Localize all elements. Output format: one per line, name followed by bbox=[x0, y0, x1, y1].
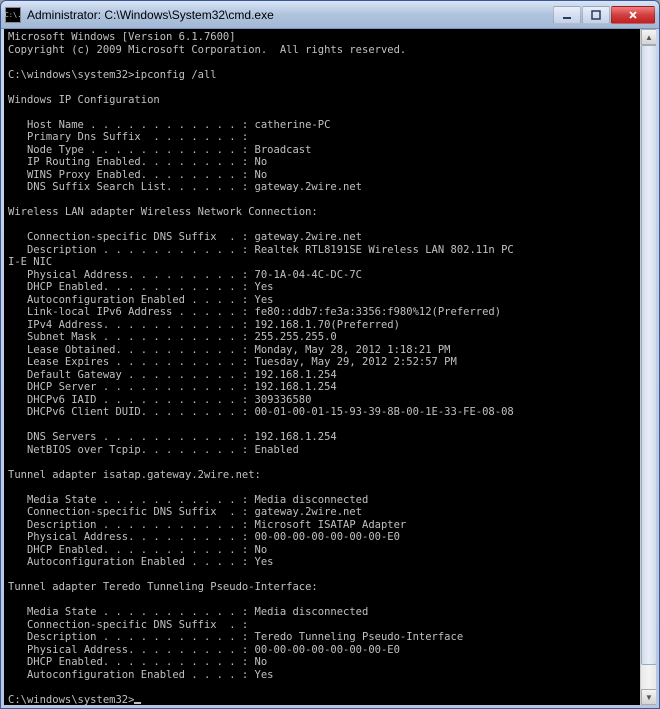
titlebar[interactable]: C:\. Administrator: C:\Windows\System32\… bbox=[1, 1, 659, 29]
terminal-output[interactable]: Microsoft Windows [Version 6.1.7600] Cop… bbox=[4, 29, 640, 705]
cmd-icon: C:\. bbox=[5, 7, 21, 23]
terminal-area: Microsoft Windows [Version 6.1.7600] Cop… bbox=[4, 29, 656, 705]
window-controls bbox=[553, 6, 655, 24]
scroll-up-button[interactable]: ▲ bbox=[641, 29, 656, 45]
scrollbar[interactable]: ▲ ▼ bbox=[640, 29, 656, 705]
prompt: C:\windows\system32> bbox=[8, 694, 134, 706]
window-title: Administrator: C:\Windows\System32\cmd.e… bbox=[27, 8, 553, 22]
scroll-down-button[interactable]: ▼ bbox=[641, 689, 656, 705]
cmd-window: C:\. Administrator: C:\Windows\System32\… bbox=[0, 0, 660, 709]
minimize-icon bbox=[562, 10, 572, 20]
minimize-button[interactable] bbox=[553, 6, 581, 24]
maximize-button[interactable] bbox=[582, 6, 610, 24]
cursor bbox=[134, 702, 141, 704]
scroll-thumb[interactable] bbox=[641, 45, 656, 665]
maximize-icon bbox=[591, 10, 601, 20]
close-button[interactable] bbox=[611, 6, 655, 24]
close-icon bbox=[628, 10, 638, 20]
